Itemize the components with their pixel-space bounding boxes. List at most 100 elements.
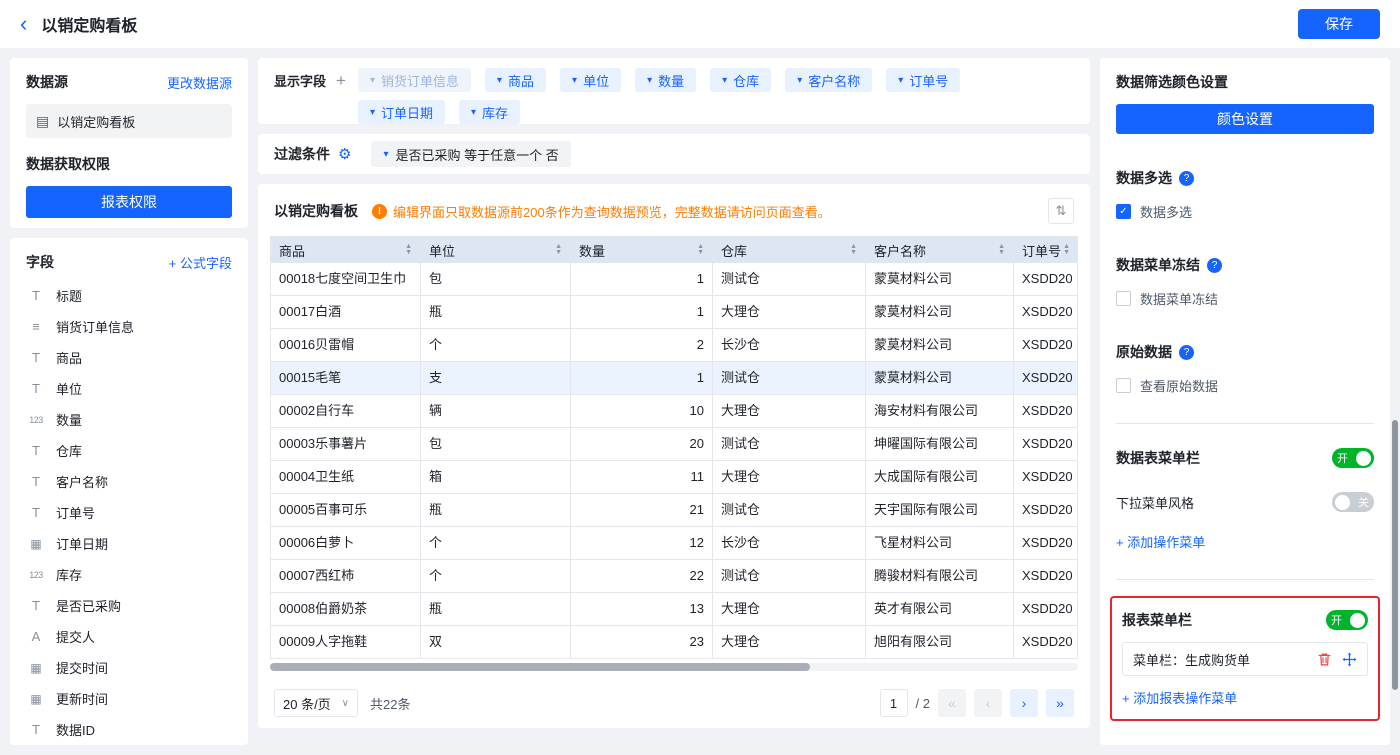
field-item[interactable]: ▦ 提交时间 <box>26 652 232 683</box>
table-row[interactable]: 00005百事可乐瓶21测试仓天宇国际有限公司XSDD20 <box>271 494 1077 527</box>
horizontal-scrollbar[interactable] <box>270 663 1078 671</box>
chip-label: 订单日期 <box>381 103 433 122</box>
display-field-chip[interactable]: ▾数量 <box>635 68 696 92</box>
checkbox[interactable] <box>1116 291 1131 306</box>
table-row[interactable]: 00003乐事薯片包20测试仓坤曜国际有限公司XSDD20 <box>271 428 1077 461</box>
table-menu-title: 数据表菜单栏 <box>1116 448 1200 468</box>
field-item[interactable]: 123 库存 <box>26 559 232 590</box>
sort-button[interactable]: ⇅ <box>1048 198 1074 224</box>
add-report-menu-link[interactable]: + 添加报表操作菜单 <box>1122 688 1368 707</box>
add-display-field-icon[interactable]: + <box>336 72 346 89</box>
horizontal-scrollbar-thumb[interactable] <box>270 663 810 671</box>
back-icon[interactable]: ‹ <box>20 13 27 35</box>
save-button[interactable]: 保存 <box>1298 9 1380 39</box>
page-input[interactable]: 1 <box>880 689 908 717</box>
field-item[interactable]: A 提交人 <box>26 621 232 652</box>
checkbox[interactable] <box>1116 378 1131 393</box>
report-menu-toggle[interactable]: 开 <box>1326 610 1368 630</box>
change-datasource-link[interactable]: 更改数据源 <box>167 73 232 92</box>
display-field-chip[interactable]: ▾销货订单信息 <box>358 68 471 92</box>
sort-icons[interactable]: ▲▼ <box>1063 244 1070 256</box>
field-item[interactable]: T 单位 <box>26 373 232 404</box>
datasource-title: 数据源 <box>26 72 68 92</box>
table-row[interactable]: 00009人字拖鞋双23大理仓旭阳有限公司XSDD20 <box>271 626 1077 659</box>
display-field-chip[interactable]: ▾单位 <box>560 68 621 92</box>
table-row[interactable]: 00008伯爵奶茶瓶13大理仓英才有限公司XSDD20 <box>271 593 1077 626</box>
toggle-state-label: 开 <box>1329 612 1344 628</box>
table-cell: 00018七度空间卫生巾 <box>271 263 421 295</box>
field-item[interactable]: T 标题 <box>26 280 232 311</box>
setting-group: 数据菜单冻结 ? 数据菜单冻结 <box>1116 255 1374 308</box>
column-header[interactable]: 订单号▲▼ <box>1014 237 1078 263</box>
checkbox-row[interactable]: ✓ 数据多选 <box>1116 202 1374 221</box>
table-cell: 11 <box>571 461 713 493</box>
toggle-state-label: 关 <box>1356 494 1371 510</box>
checkbox[interactable]: ✓ <box>1116 204 1131 219</box>
display-field-chip[interactable]: ▾订单日期 <box>358 100 445 124</box>
last-page-button[interactable]: » <box>1046 689 1074 717</box>
column-header[interactable]: 数量▲▼ <box>571 237 713 263</box>
column-header[interactable]: 仓库▲▼ <box>713 237 866 263</box>
table-row[interactable]: 00015毛笔支1测试仓蒙莫材料公司XSDD20 <box>271 362 1077 395</box>
field-item[interactable]: T 客户名称 <box>26 466 232 497</box>
sort-icons[interactable]: ▲▼ <box>850 244 857 256</box>
sort-icons[interactable]: ▲▼ <box>697 244 704 256</box>
table-row[interactable]: 00016贝雷帽个2长沙仓蒙莫材料公司XSDD20 <box>271 329 1077 362</box>
help-icon[interactable]: ? <box>1207 258 1222 273</box>
first-page-button[interactable]: « <box>938 689 966 717</box>
color-settings-button[interactable]: 颜色设置 <box>1116 104 1374 134</box>
next-page-button[interactable]: › <box>1010 689 1038 717</box>
table-menu-toggle[interactable]: 开 <box>1332 448 1374 468</box>
add-action-menu-link[interactable]: + 添加操作菜单 <box>1116 532 1374 551</box>
move-icon[interactable] <box>1342 652 1357 667</box>
chevron-down-icon: ▾ <box>471 107 476 118</box>
table-row[interactable]: 00004卫生纸箱11大理仓大成国际有限公司XSDD20 <box>271 461 1077 494</box>
table-row[interactable]: 00017白酒瓶1大理仓蒙莫材料公司XSDD20 <box>271 296 1077 329</box>
display-field-chip[interactable]: ▾客户名称 <box>785 68 872 92</box>
field-item[interactable]: T 商品 <box>26 342 232 373</box>
field-item[interactable]: 123 数量 <box>26 404 232 435</box>
table-cell: 00006白萝卜 <box>271 527 421 559</box>
trash-icon[interactable] <box>1317 652 1332 667</box>
report-menu-item[interactable]: 菜单栏：生成购货单 <box>1122 642 1368 676</box>
field-item[interactable]: T 仓库 <box>26 435 232 466</box>
field-item[interactable]: T 订单号 <box>26 497 232 528</box>
gear-icon[interactable]: ⚙ <box>338 145 351 163</box>
table-row[interactable]: 00002自行车辆10大理仓海安材料有限公司XSDD20 <box>271 395 1077 428</box>
prev-page-button[interactable]: ‹ <box>974 689 1002 717</box>
filter-condition-chip[interactable]: ▾ 是否已采购 等于任意一个 否 <box>371 141 570 167</box>
column-header[interactable]: 客户名称▲▼ <box>866 237 1014 263</box>
dropdown-style-toggle[interactable]: 关 <box>1332 492 1374 512</box>
table-cell: 00007西红柿 <box>271 560 421 592</box>
table-row[interactable]: 00007西红柿个22测试仓腾骏材料有限公司XSDD20 <box>271 560 1077 593</box>
vertical-scrollbar[interactable] <box>1392 420 1398 690</box>
display-field-chip[interactable]: ▾商品 <box>485 68 546 92</box>
table-row[interactable]: 00018七度空间卫生巾包1测试仓蒙莫材料公司XSDD20 <box>271 263 1077 296</box>
column-header[interactable]: 商品▲▼ <box>271 237 421 263</box>
add-formula-field-link[interactable]: + 公式字段 <box>169 253 232 272</box>
setting-title: 原始数据 <box>1116 342 1172 362</box>
display-field-chip[interactable]: ▾库存 <box>459 100 520 124</box>
sort-icons[interactable]: ▲▼ <box>555 244 562 256</box>
field-item[interactable]: T 是否已采购 <box>26 590 232 621</box>
help-icon[interactable]: ? <box>1179 345 1194 360</box>
checkbox-row[interactable]: 查看原始数据 <box>1116 376 1374 395</box>
page-size-select[interactable]: 20 条/页 ∨ <box>274 689 358 717</box>
field-item[interactable]: ▦ 订单日期 <box>26 528 232 559</box>
sort-icons[interactable]: ▲▼ <box>405 244 412 256</box>
chip-label: 订单号 <box>909 71 948 90</box>
column-header[interactable]: 单位▲▼ <box>421 237 571 263</box>
display-field-chip[interactable]: ▾订单号 <box>886 68 960 92</box>
sort-icons[interactable]: ▲▼ <box>998 244 1005 256</box>
field-item[interactable]: ▦ 更新时间 <box>26 683 232 714</box>
table-row[interactable]: 00006白萝卜个12长沙仓飞星材料公司XSDD20 <box>271 527 1077 560</box>
field-item[interactable]: T 数据ID <box>26 714 232 745</box>
datasource-item[interactable]: ▤ 以销定购看板 <box>26 104 232 138</box>
report-permission-button[interactable]: 报表权限 <box>26 186 232 218</box>
checkbox-row[interactable]: 数据菜单冻结 <box>1116 289 1374 308</box>
field-label: 商品 <box>56 348 82 367</box>
field-item[interactable]: ≡ 销货订单信息 <box>26 311 232 342</box>
help-icon[interactable]: ? <box>1179 171 1194 186</box>
display-field-chip[interactable]: ▾仓库 <box>710 68 771 92</box>
text-field-icon: T <box>26 598 46 613</box>
